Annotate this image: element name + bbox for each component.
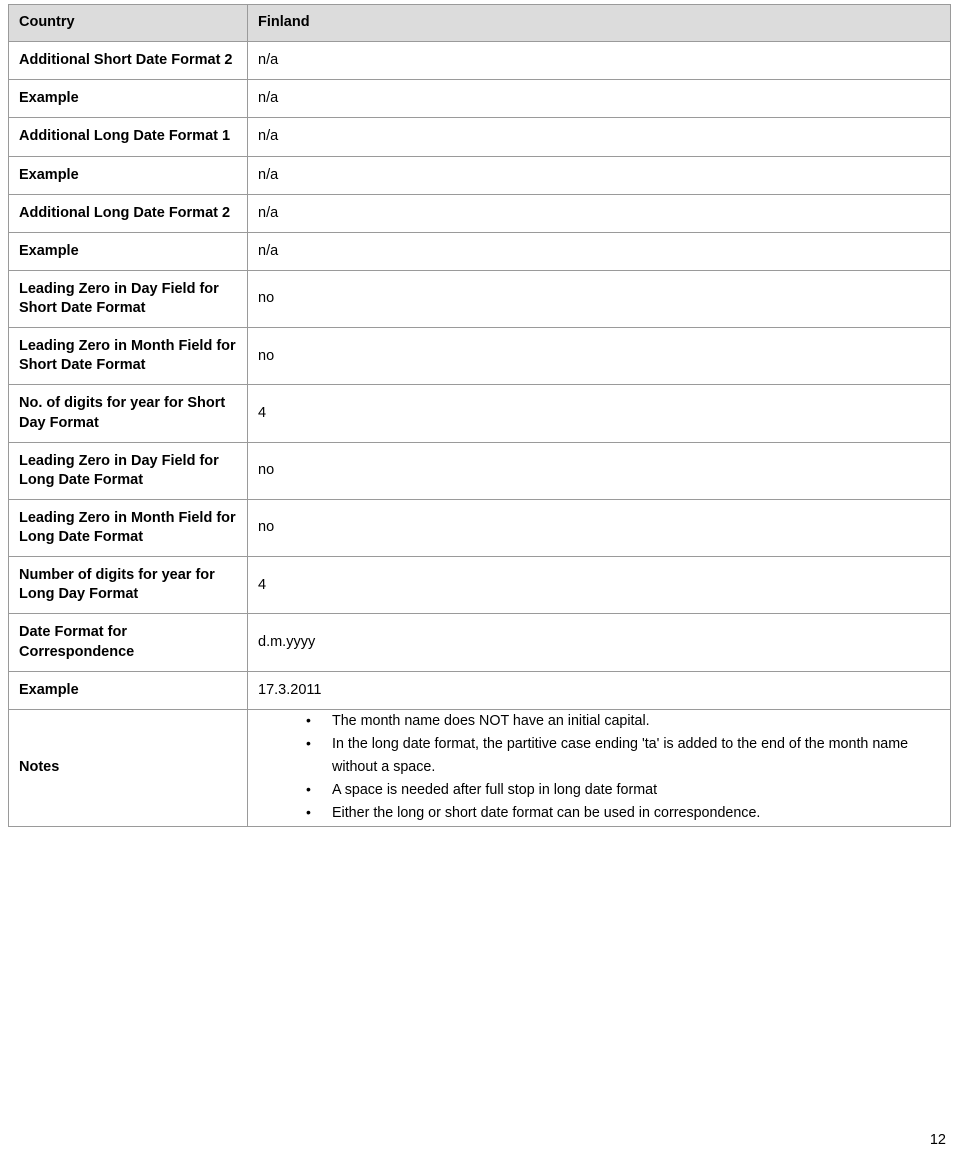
row-label: Example [19, 242, 79, 259]
row-label: Example [19, 166, 79, 183]
note-item: Either the long or short date format can… [306, 801, 940, 825]
row-label-cell: Example [8, 231, 248, 271]
notes-label-cell: Notes [8, 708, 248, 827]
row-label-cell: No. of digits for year for Short Day For… [8, 384, 248, 443]
row-label: Leading Zero in Day Field for Short Date… [19, 280, 219, 316]
note-item: The month name does NOT have an initial … [306, 709, 940, 733]
table-row: Example n/a [8, 79, 951, 119]
table-row: No. of digits for year for Short Day For… [8, 384, 951, 443]
note-item: In the long date format, the partitive c… [306, 732, 940, 779]
row-label-cell: Additional Short Date Format 2 [8, 41, 248, 81]
note-item: A space is needed after full stop in lon… [306, 778, 940, 802]
row-value: n/a [258, 166, 279, 183]
row-label-cell: Leading Zero in Month Field for Long Dat… [8, 498, 248, 558]
header-label-country: Country [19, 14, 75, 30]
row-label-cell: Number of digits for year for Long Day F… [8, 556, 248, 615]
country-date-format-table: Country Finland Additional Short Date Fo… [8, 3, 951, 827]
row-value-cell: n/a [247, 41, 951, 81]
table-row: Number of digits for year for Long Day F… [8, 556, 951, 615]
row-value: n/a [258, 242, 279, 259]
row-value: n/a [258, 52, 279, 69]
row-label-cell: Example [8, 670, 248, 710]
header-cell-country: Country [8, 3, 248, 43]
page-number: 12 [929, 1132, 946, 1148]
row-label: Additional Long Date Format 2 [19, 204, 231, 221]
row-label: Example [19, 90, 79, 107]
row-value-cell: n/a [247, 193, 951, 233]
row-value-cell: no [247, 269, 951, 329]
row-label-cell: Leading Zero in Day Field for Short Date… [8, 269, 248, 329]
row-value: d.m.yyyy [258, 633, 316, 650]
notes-list: The month name does NOT have an initial … [248, 709, 950, 826]
row-label: Leading Zero in Day Field for Long Date … [19, 452, 219, 488]
table-row: Date Format for Correspondence d.m.yyyy [8, 613, 951, 672]
notes-content-cell: The month name does NOT have an initial … [247, 709, 951, 827]
row-label: Example [19, 681, 79, 698]
row-value: no [258, 347, 275, 364]
row-label-cell: Example [8, 79, 248, 119]
row-value-cell: 4 [247, 384, 951, 443]
row-value: 4 [258, 576, 267, 593]
table-row: Example n/a [8, 155, 951, 195]
table-row: Example 17.3.2011 [8, 670, 951, 710]
table-row: Leading Zero in Day Field for Long Date … [8, 441, 951, 500]
row-value-cell: n/a [247, 231, 951, 271]
row-value: n/a [258, 90, 279, 107]
table-row: Example n/a [8, 231, 951, 271]
row-value: no [258, 290, 275, 307]
row-value: no [258, 519, 275, 536]
header-cell-value: Finland [247, 3, 951, 43]
row-value-cell: no [247, 498, 951, 558]
row-label: Additional Short Date Format 2 [19, 52, 233, 69]
row-value-cell: d.m.yyyy [247, 613, 951, 672]
table-row: Additional Long Date Format 2 n/a [8, 193, 951, 233]
row-label: No. of digits for year for Short Day For… [19, 395, 226, 431]
row-value: no [258, 462, 275, 479]
notes-label: Notes [19, 759, 60, 776]
header-value-finland: Finland [258, 14, 310, 30]
row-label-cell: Additional Long Date Format 1 [8, 117, 248, 157]
row-label-cell: Example [8, 155, 248, 195]
notes-row: Notes The month name does NOT have an in… [8, 708, 951, 827]
table-header-row: Country Finland [8, 3, 951, 43]
row-value-cell: no [247, 441, 951, 500]
row-value: n/a [258, 204, 279, 221]
document-page: Country Finland Additional Short Date Fo… [0, 0, 960, 1166]
row-value-cell: no [247, 327, 951, 386]
row-value-cell: n/a [247, 117, 951, 157]
row-label: Date Format for Correspondence [19, 624, 135, 660]
table-row: Leading Zero in Month Field for Short Da… [8, 327, 951, 386]
table-row: Leading Zero in Month Field for Long Dat… [8, 498, 951, 558]
row-label-cell: Additional Long Date Format 2 [8, 193, 248, 233]
table-row: Additional Short Date Format 2 n/a [8, 41, 951, 81]
table-row: Leading Zero in Day Field for Short Date… [8, 269, 951, 329]
row-value-cell: 17.3.2011 [247, 670, 951, 710]
row-label: Leading Zero in Month Field for Long Dat… [19, 509, 236, 545]
row-value-cell: 4 [247, 556, 951, 615]
table-row: Additional Long Date Format 1 n/a [8, 117, 951, 157]
row-label-cell: Leading Zero in Day Field for Long Date … [8, 441, 248, 500]
row-label: Number of digits for year for Long Day F… [19, 567, 215, 603]
row-value: 17.3.2011 [258, 681, 322, 698]
row-value: n/a [258, 128, 279, 145]
row-value-cell: n/a [247, 155, 951, 195]
table-body: Country Finland Additional Short Date Fo… [8, 3, 951, 827]
row-value: 4 [258, 404, 267, 421]
row-label: Additional Long Date Format 1 [19, 128, 231, 145]
row-value-cell: n/a [247, 79, 951, 119]
row-label-cell: Leading Zero in Month Field for Short Da… [8, 327, 248, 386]
row-label: Leading Zero in Month Field for Short Da… [19, 338, 236, 374]
row-label-cell: Date Format for Correspondence [8, 613, 248, 672]
